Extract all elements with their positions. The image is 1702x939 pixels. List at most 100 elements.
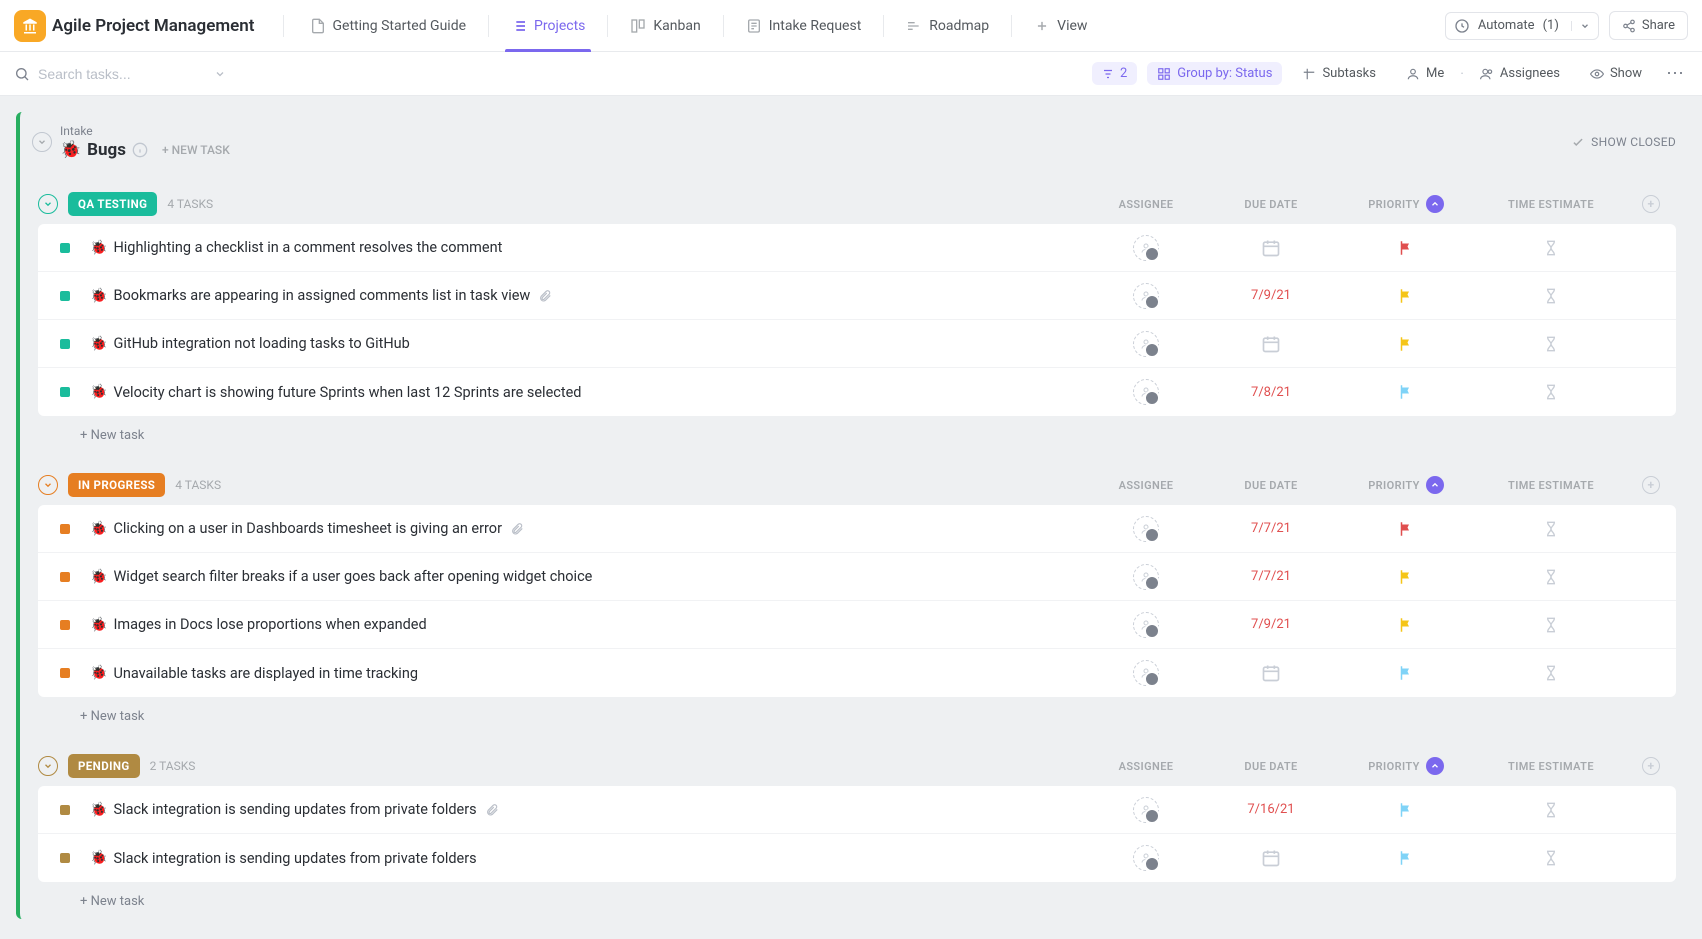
priority-cell[interactable] xyxy=(1336,335,1476,353)
assignee-add-button[interactable] xyxy=(1133,660,1159,686)
status-group: IN PROGRESS4 TASKSASSIGNEEDUE DATEPRIORI… xyxy=(38,473,1676,730)
add-column-button[interactable]: + xyxy=(1626,195,1676,213)
doc-icon xyxy=(310,18,326,34)
time-estimate-cell[interactable] xyxy=(1476,665,1626,681)
time-estimate-cell[interactable] xyxy=(1476,521,1626,537)
group-collapse-toggle[interactable] xyxy=(38,194,58,214)
assignee-add-button[interactable] xyxy=(1133,564,1159,590)
column-header-time-estimate[interactable]: TIME ESTIMATE xyxy=(1476,198,1626,211)
share-button[interactable]: Share xyxy=(1609,11,1688,40)
group-status-badge[interactable]: IN PROGRESS xyxy=(68,473,165,497)
task-row[interactable]: 🐞Slack integration is sending updates fr… xyxy=(38,834,1676,882)
priority-cell[interactable] xyxy=(1336,568,1476,586)
tab-intake-request[interactable]: Intake Request xyxy=(730,0,878,51)
task-title: Slack integration is sending updates fro… xyxy=(113,850,1086,867)
column-header-due-date[interactable]: DUE DATE xyxy=(1206,760,1336,773)
automate-dropdown[interactable] xyxy=(1571,21,1590,31)
task-row[interactable]: 🐞Highlighting a checklist in a comment r… xyxy=(38,224,1676,272)
column-header-priority[interactable]: PRIORITY xyxy=(1336,476,1476,494)
task-row[interactable]: 🐞Slack integration is sending updates fr… xyxy=(38,786,1676,834)
column-header-time-estimate[interactable]: TIME ESTIMATE xyxy=(1476,760,1626,773)
column-header-assignee[interactable]: ASSIGNEE xyxy=(1086,198,1206,211)
due-date-cell[interactable] xyxy=(1206,848,1336,868)
assignee-add-button[interactable] xyxy=(1133,379,1159,405)
due-date-cell[interactable] xyxy=(1206,334,1336,354)
search-dropdown-icon[interactable] xyxy=(214,68,226,80)
sort-indicator-icon xyxy=(1426,476,1444,494)
assignees-button[interactable]: Assignees xyxy=(1470,62,1570,85)
task-row[interactable]: 🐞Widget search filter breaks if a user g… xyxy=(38,553,1676,601)
me-button[interactable]: Me xyxy=(1396,62,1454,85)
time-estimate-cell[interactable] xyxy=(1476,336,1626,352)
tab-roadmap[interactable]: Roadmap xyxy=(890,0,1005,51)
add-column-button[interactable]: + xyxy=(1626,476,1676,494)
new-task-button[interactable]: + New task xyxy=(38,882,1676,915)
time-estimate-cell[interactable] xyxy=(1476,288,1626,304)
column-header-time-estimate[interactable]: TIME ESTIMATE xyxy=(1476,479,1626,492)
assignee-add-button[interactable] xyxy=(1133,516,1159,542)
task-row[interactable]: 🐞GitHub integration not loading tasks to… xyxy=(38,320,1676,368)
due-date-cell[interactable] xyxy=(1206,663,1336,683)
group-collapse-toggle[interactable] xyxy=(38,756,58,776)
search-input[interactable] xyxy=(38,66,198,82)
due-date-cell[interactable] xyxy=(1206,238,1336,258)
groupby-button[interactable]: Group by: Status xyxy=(1147,62,1282,85)
time-estimate-cell[interactable] xyxy=(1476,569,1626,585)
due-date-cell[interactable]: 7/16/21 xyxy=(1206,802,1336,817)
group-status-badge[interactable]: PENDING xyxy=(68,754,140,778)
column-header-assignee[interactable]: ASSIGNEE xyxy=(1086,760,1206,773)
column-header-priority[interactable]: PRIORITY xyxy=(1336,195,1476,213)
new-task-button[interactable]: + New task xyxy=(38,697,1676,730)
filter-button[interactable]: 2 xyxy=(1092,62,1137,85)
priority-cell[interactable] xyxy=(1336,616,1476,634)
assignee-add-button[interactable] xyxy=(1133,845,1159,871)
group-status-badge[interactable]: QA TESTING xyxy=(68,192,157,216)
task-row[interactable]: 🐞Velocity chart is showing future Sprint… xyxy=(38,368,1676,416)
assignee-add-button[interactable] xyxy=(1133,797,1159,823)
tab-getting-started-guide[interactable]: Getting Started Guide xyxy=(294,0,483,51)
due-date-cell[interactable]: 7/9/21 xyxy=(1206,288,1336,303)
group-collapse-toggle[interactable] xyxy=(38,475,58,495)
tab-kanban[interactable]: Kanban xyxy=(614,0,716,51)
add-column-button[interactable]: + xyxy=(1626,757,1676,775)
priority-cell[interactable] xyxy=(1336,849,1476,867)
assignee-add-button[interactable] xyxy=(1133,235,1159,261)
subtasks-button[interactable]: Subtasks xyxy=(1292,62,1386,85)
task-row[interactable]: 🐞Clicking on a user in Dashboards timesh… xyxy=(38,505,1676,553)
column-header-due-date[interactable]: DUE DATE xyxy=(1206,198,1336,211)
show-button[interactable]: Show xyxy=(1580,62,1652,85)
time-estimate-cell[interactable] xyxy=(1476,802,1626,818)
due-date-cell[interactable]: 7/7/21 xyxy=(1206,521,1336,536)
time-estimate-cell[interactable] xyxy=(1476,384,1626,400)
task-row[interactable]: 🐞Bookmarks are appearing in assigned com… xyxy=(38,272,1676,320)
task-row[interactable]: 🐞Images in Docs lose proportions when ex… xyxy=(38,601,1676,649)
priority-cell[interactable] xyxy=(1336,383,1476,401)
assignee-add-button[interactable] xyxy=(1133,331,1159,357)
tab-view[interactable]: View xyxy=(1018,0,1103,51)
priority-cell[interactable] xyxy=(1336,239,1476,257)
column-header-priority[interactable]: PRIORITY xyxy=(1336,757,1476,775)
priority-cell[interactable] xyxy=(1336,287,1476,305)
assignee-add-button[interactable] xyxy=(1133,612,1159,638)
due-date-cell[interactable]: 7/8/21 xyxy=(1206,385,1336,400)
priority-cell[interactable] xyxy=(1336,520,1476,538)
due-date-cell[interactable]: 7/9/21 xyxy=(1206,617,1336,632)
assignee-add-button[interactable] xyxy=(1133,283,1159,309)
priority-cell[interactable] xyxy=(1336,801,1476,819)
time-estimate-cell[interactable] xyxy=(1476,850,1626,866)
column-header-assignee[interactable]: ASSIGNEE xyxy=(1086,479,1206,492)
more-menu-button[interactable]: ⋯ xyxy=(1662,63,1688,84)
tab-projects[interactable]: Projects xyxy=(495,0,601,51)
time-estimate-cell[interactable] xyxy=(1476,240,1626,256)
priority-cell[interactable] xyxy=(1336,664,1476,682)
column-header-due-date[interactable]: DUE DATE xyxy=(1206,479,1336,492)
due-date-cell[interactable]: 7/7/21 xyxy=(1206,569,1336,584)
time-estimate-cell[interactable] xyxy=(1476,617,1626,633)
automate-button[interactable]: Automate (1) xyxy=(1445,12,1599,40)
show-closed-button[interactable]: SHOW CLOSED xyxy=(1571,135,1676,149)
list-collapse-toggle[interactable] xyxy=(32,132,52,152)
task-row[interactable]: 🐞Unavailable tasks are displayed in time… xyxy=(38,649,1676,697)
info-icon[interactable] xyxy=(132,142,148,158)
new-task-button[interactable]: + New task xyxy=(38,416,1676,449)
new-task-inline-button[interactable]: + NEW TASK xyxy=(162,143,230,157)
